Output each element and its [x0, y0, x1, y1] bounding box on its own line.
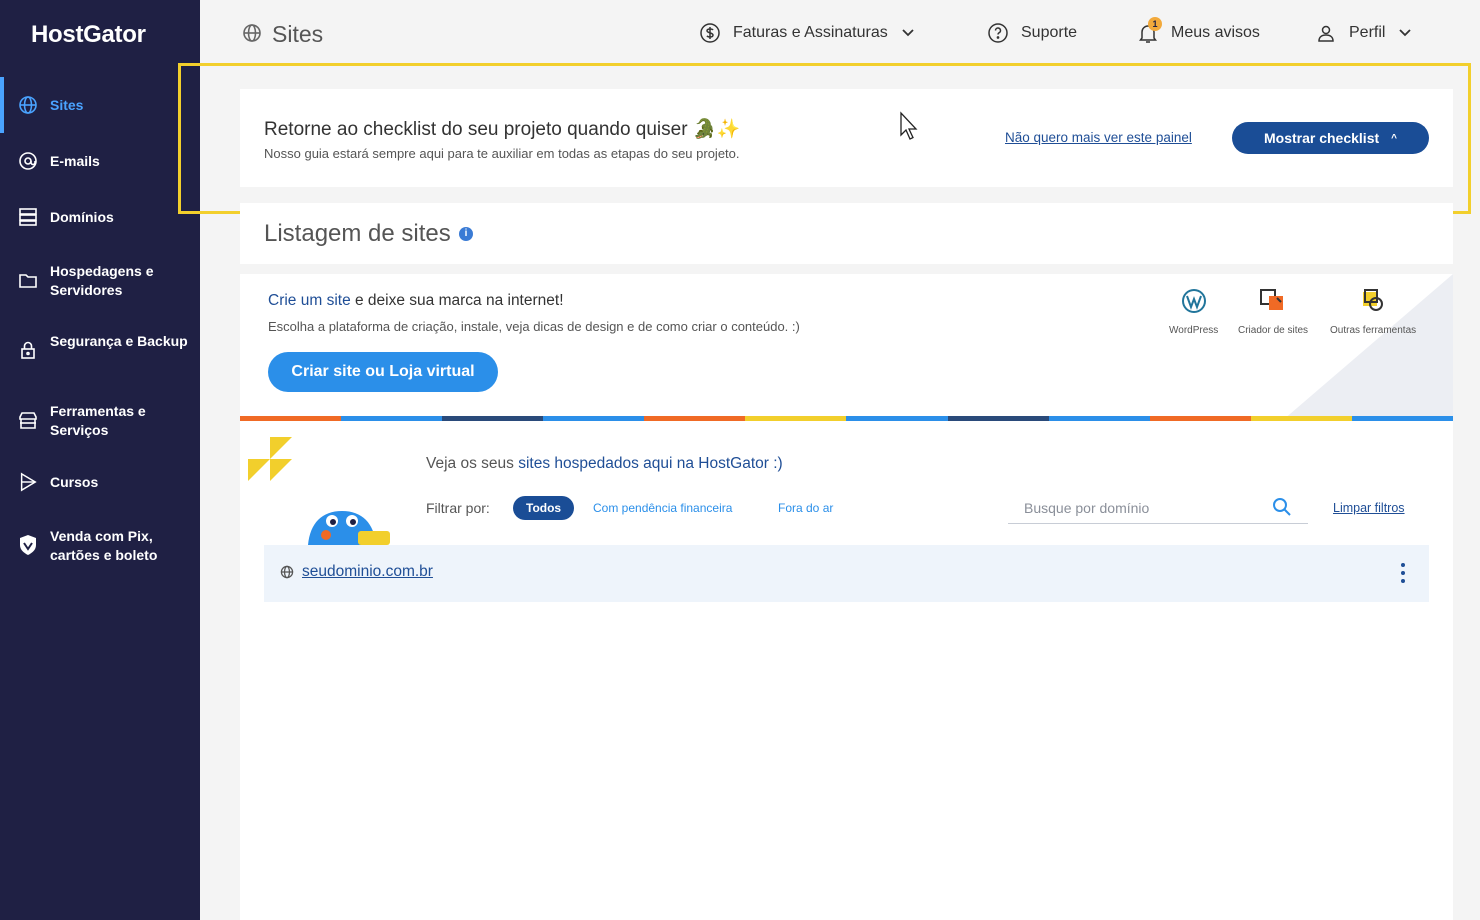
search-icon[interactable] [1272, 497, 1292, 522]
sites-panel: Veja os seus sites hospedados aqui na Ho… [240, 421, 1453, 920]
wordpress-icon [1181, 288, 1207, 319]
billing-label: Faturas e Assinaturas [733, 24, 888, 41]
site-builder-icon [1259, 288, 1287, 319]
clear-filters-link[interactable]: Limpar filtros [1333, 501, 1405, 515]
folder-icon [18, 270, 38, 290]
checklist-banner: Retorne ao checklist do seu projeto quan… [240, 89, 1453, 187]
sites-heading-prefix: Veja os seus [426, 455, 519, 472]
store-icon [18, 410, 38, 430]
other-tools-icon [1359, 288, 1387, 319]
chevron-down-icon [1399, 29, 1412, 37]
user-icon [1315, 22, 1337, 44]
listing-title: Listagem de sites [264, 220, 451, 247]
create-title-rest: e deixe sua marca na internet! [350, 292, 564, 309]
at-icon [18, 151, 38, 171]
more-options-icon[interactable] [1399, 563, 1407, 583]
tool-other[interactable]: Outras ferramentas [1330, 288, 1416, 336]
domain-search-input[interactable] [1024, 500, 1264, 516]
create-title-highlight: Crie um site [268, 292, 351, 309]
filter-financial-pending[interactable]: Com pendência financeira [593, 496, 732, 520]
hostgator-logo[interactable]: HostGator [31, 21, 146, 49]
globe-icon [18, 95, 38, 115]
sidebar-item-label: Sites [50, 97, 84, 113]
chevron-up-icon: ^ [1391, 132, 1397, 144]
create-subtitle: Escolha a plataforma de criação, instale… [268, 319, 800, 334]
filter-all[interactable]: Todos [513, 496, 575, 520]
domain-search [1008, 495, 1308, 524]
notices-label: Meus avisos [1171, 24, 1260, 41]
create-title: Crie um site e deixe sua marca na intern… [268, 292, 564, 310]
sidebar-item-label: Segurança e Backup [50, 333, 188, 349]
banner-subtitle: Nosso guia estará sempre aqui para te au… [264, 146, 740, 161]
profile-menu[interactable]: Perfil [1315, 21, 1412, 45]
support-label: Suporte [1021, 24, 1078, 41]
support-link[interactable]: Suporte [987, 21, 1077, 45]
create-site-card: Crie um site e deixe sua marca na intern… [240, 274, 1453, 420]
banner-title: Retorne ao checklist do seu projeto quan… [264, 119, 741, 140]
help-icon [987, 22, 1009, 44]
mouse-cursor-icon [900, 111, 918, 140]
chevron-down-icon [902, 29, 914, 37]
page-globe-icon [242, 23, 262, 48]
create-site-button[interactable]: Criar site ou Loja virtual [268, 352, 498, 392]
table-row: seudominio.com.br [264, 545, 1429, 602]
tool-label: WordPress [1169, 325, 1219, 336]
tool-site-builder[interactable]: Criador de sites [1238, 288, 1308, 336]
server-icon [18, 207, 38, 227]
show-checklist-button[interactable]: Mostrar checklist ^ [1232, 122, 1429, 154]
sidebar-item-label: Venda com Pix, cartões e boleto [50, 528, 158, 563]
show-checklist-label: Mostrar checklist [1263, 130, 1380, 146]
lock-icon [18, 340, 38, 360]
tool-wordpress[interactable]: WordPress [1169, 288, 1218, 336]
dollar-icon [699, 22, 721, 44]
sidebar-item-label: Cursos [50, 474, 99, 490]
sidebar-item-label: Domínios [50, 209, 114, 225]
page-title: Sites [272, 21, 324, 47]
tool-label: Criador de sites [1238, 325, 1309, 336]
decorative-shapes-icon [248, 437, 292, 481]
sites-heading: Veja os seus sites hospedados aqui na Ho… [426, 455, 783, 473]
globe-icon [280, 565, 294, 584]
filter-label: Filtrar por: [426, 500, 490, 516]
listing-header: Listagem de sites i [240, 203, 1453, 264]
info-icon[interactable]: i [459, 227, 473, 241]
play-icon [18, 472, 38, 492]
sites-heading-highlight: sites hospedados aqui na HostGator :) [518, 455, 783, 472]
filter-offline[interactable]: Fora do ar [778, 496, 833, 520]
gator-mascot-icon [308, 511, 390, 545]
site-domain-link[interactable]: seudominio.com.br [302, 563, 433, 581]
profile-label: Perfil [1349, 24, 1386, 41]
shield-icon [18, 535, 38, 555]
dismiss-panel-link[interactable]: Não quero mais ver este painel [1005, 130, 1192, 145]
tool-label: Outras ferramentas [1330, 325, 1417, 336]
notification-badge: 1 [1148, 17, 1162, 31]
sidebar-item-label: Hospedagens e Servidores [50, 263, 154, 298]
sidebar: HostGator Sites E-mails Domínios Hospeda… [0, 0, 200, 920]
sidebar-item-label: Ferramentas e Serviços [50, 403, 146, 438]
sidebar-item-label: E-mails [50, 153, 100, 169]
billing-menu[interactable]: Faturas e Assinaturas [699, 21, 914, 45]
